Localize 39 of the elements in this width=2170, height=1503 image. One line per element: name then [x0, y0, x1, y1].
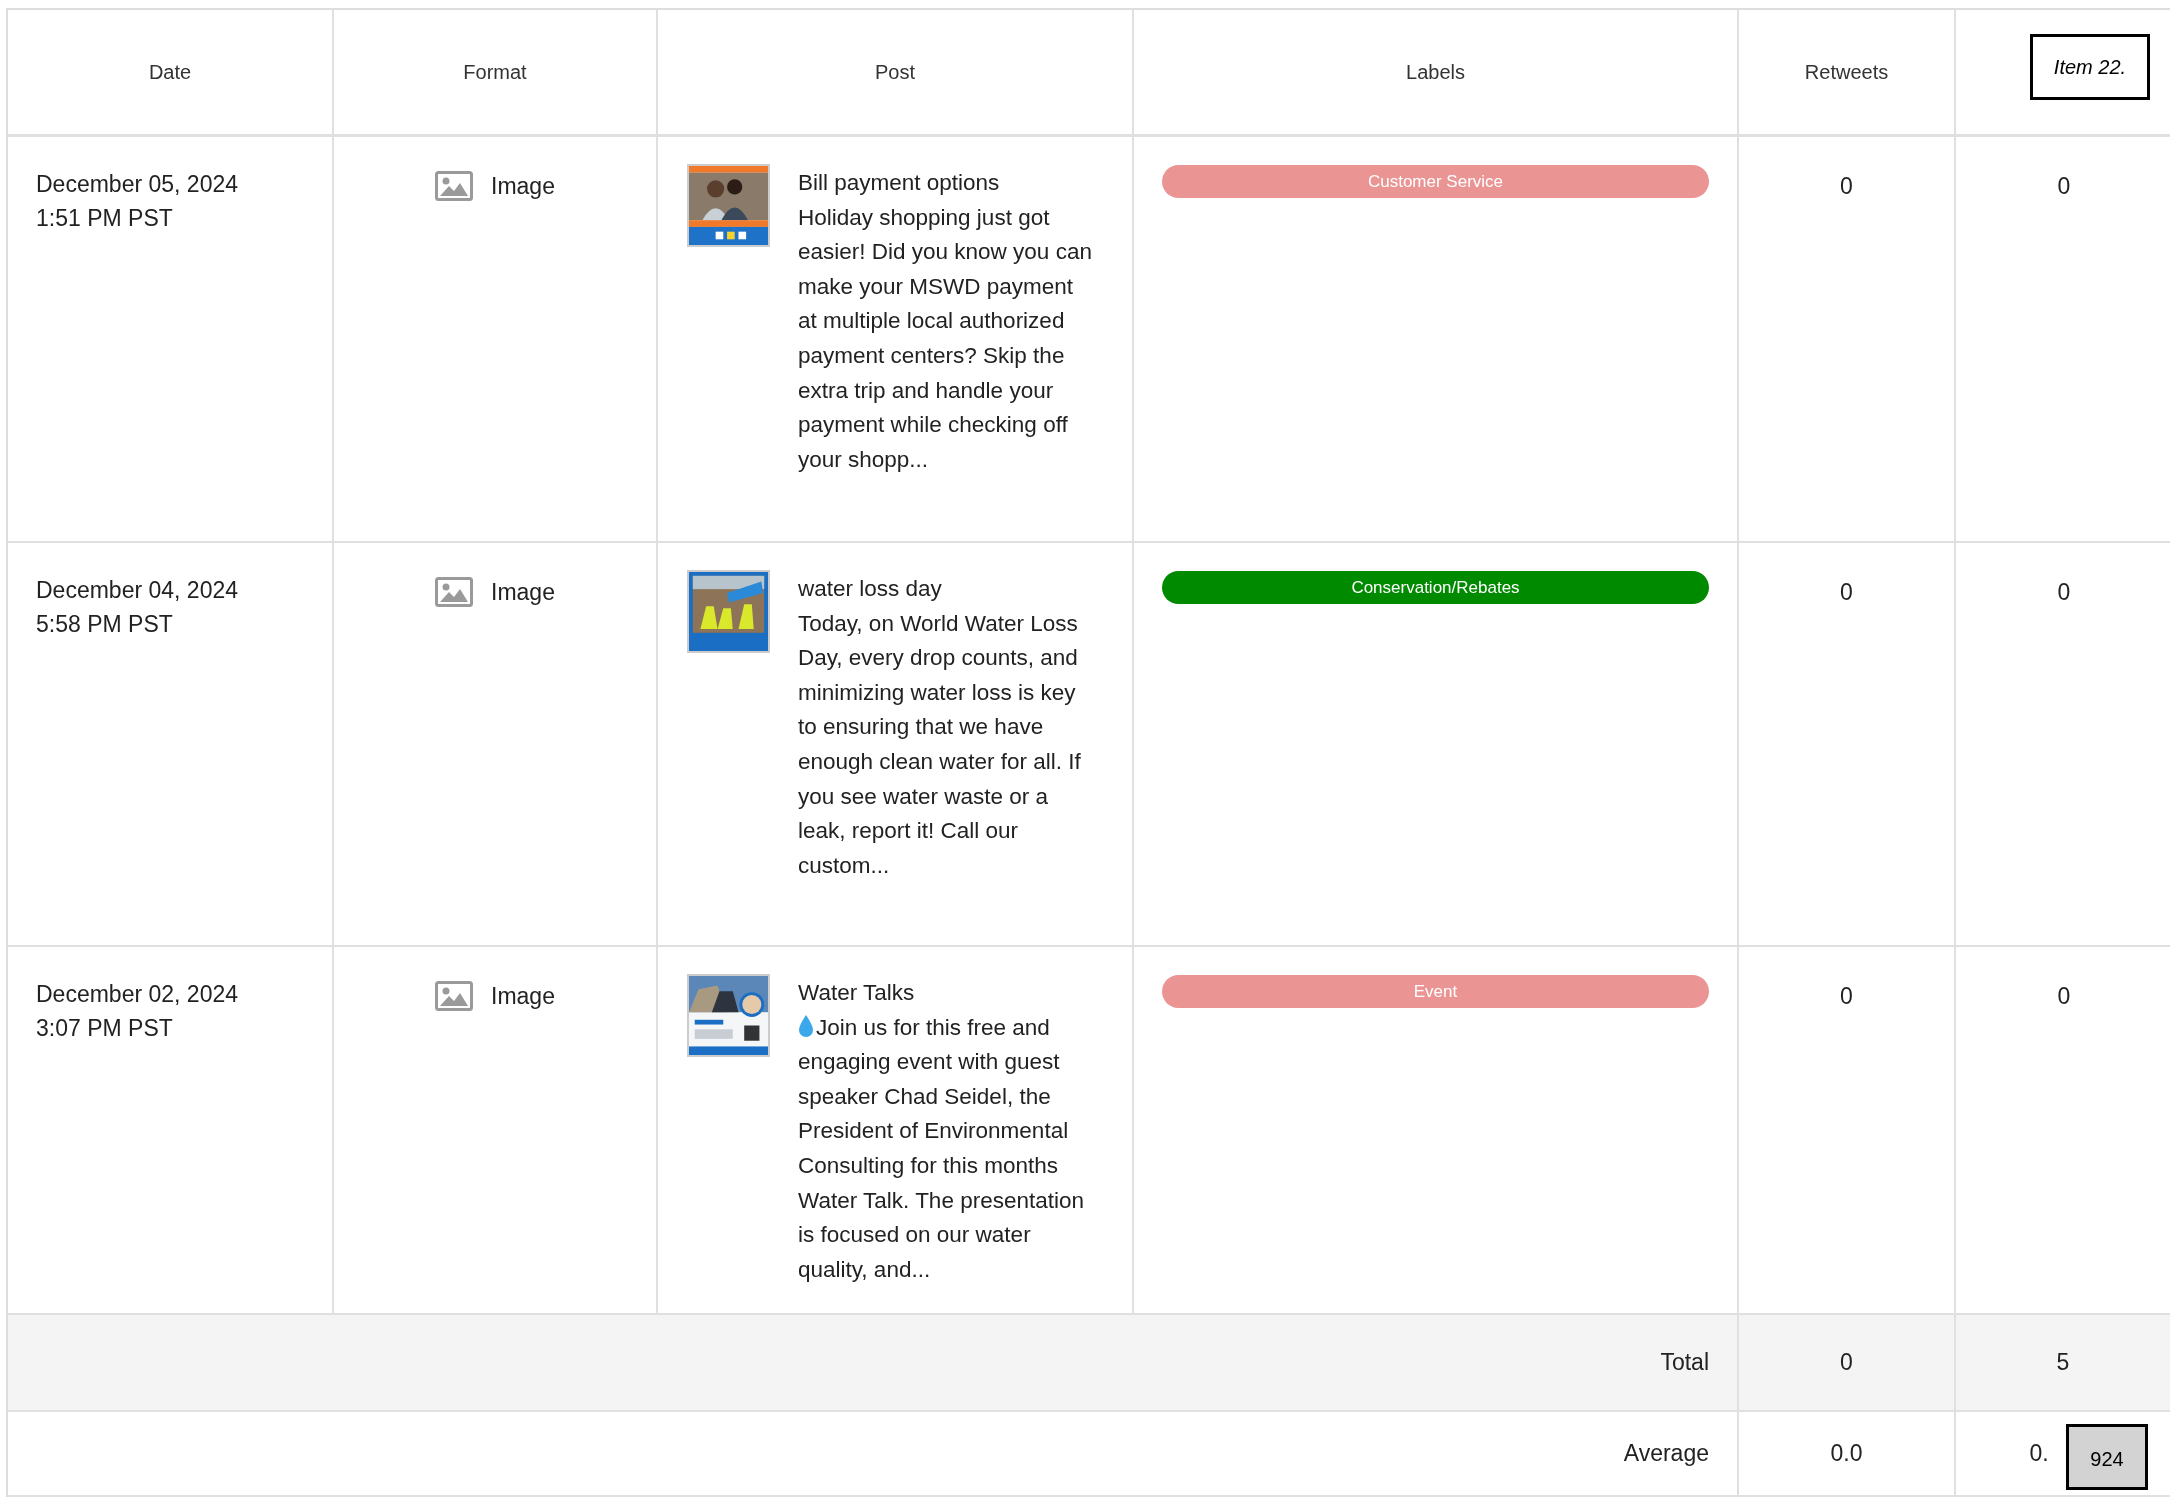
label-tag: Event: [1162, 975, 1709, 1008]
format-text: Image: [491, 982, 555, 1011]
total-label: Total: [1660, 1349, 1709, 1376]
table-cell: 0: [1956, 543, 2170, 947]
column-header: Post: [658, 10, 1134, 137]
table-cell: 0: [1739, 543, 1956, 947]
image-icon: [435, 577, 474, 607]
date-text: December 05, 2024: [36, 170, 239, 199]
post-title: water loss day: [798, 575, 943, 603]
time-text: 5:58 PM PST: [36, 610, 174, 639]
table-cell: 0: [1739, 137, 1956, 543]
item-label: Item 22.: [2030, 34, 2150, 100]
post-title: Bill payment options: [798, 169, 1001, 197]
format-text: Image: [491, 172, 555, 201]
image-icon: [435, 981, 474, 1011]
time-text: 3:07 PM PST: [36, 1014, 174, 1043]
table-cell: 5: [1956, 1315, 2170, 1412]
label-tag: Customer Service: [1162, 165, 1709, 198]
table-cell: 0.: [2029, 1440, 2049, 1467]
post-text: Holiday shopping just got easier! Did you know you can make your MSWD payment at multiple local authorized payment centers? Skip the extra trip and handle your payment while checking off your shopp...: [798, 203, 1093, 474]
column-header: Retweets: [1739, 10, 1956, 137]
average-label: Average: [1623, 1440, 1709, 1467]
table-cell: 0: [1956, 137, 2170, 543]
date-text: December 02, 2024: [36, 980, 239, 1009]
time-text: 1:51 PM PST: [36, 204, 174, 233]
table-cell: 0.0: [1739, 1412, 1956, 1497]
label-tag: Conservation/Rebates: [1162, 571, 1709, 604]
value-badge: 924: [2066, 1424, 2148, 1490]
table-cell: 0: [1739, 1315, 1956, 1412]
water-drop-icon: [798, 1013, 814, 1038]
post-text: Join us for this free and engaging event with guest speaker Chad Seidel, the President of Environmental Consulting for this months Water Talk. The presentation is focused on our water quality, and...: [798, 1012, 1085, 1284]
date-text: December 04, 2024: [36, 576, 239, 605]
column-header: Format: [334, 10, 658, 137]
post-title: Water Talks: [798, 979, 916, 1007]
format-text: Image: [491, 578, 555, 607]
column-header: Labels: [1134, 10, 1739, 137]
image-icon: [435, 171, 474, 201]
column-header: Date: [8, 10, 334, 137]
post-text: Today, on World Water Loss Day, every drop counts, and minimizing water loss is key to ensuring that we have enough clean water for all. If you see water waste or a leak, report it! Call our custom...: [798, 609, 1082, 880]
